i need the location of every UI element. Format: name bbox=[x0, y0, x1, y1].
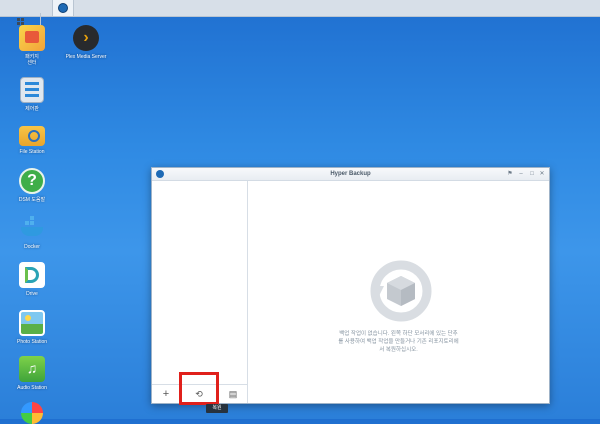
icon-label: DSM 도움말 bbox=[18, 197, 46, 203]
icon-label: Audio Station bbox=[17, 385, 47, 391]
empty-state-message: 백업 작업이 없습니다. 왼쪽 하단 모서리에 있는 단추 를 사용하여 백업 … bbox=[338, 331, 459, 353]
taskbar bbox=[0, 0, 600, 29]
desktop-icon-photo-station[interactable]: Photo Station bbox=[2, 310, 62, 345]
restore-button-highlight bbox=[179, 372, 219, 405]
icon-label: Plex Media Server bbox=[65, 54, 107, 60]
grid-icon bbox=[16, 17, 24, 25]
add-icon[interactable]: + bbox=[159, 387, 173, 401]
empty-backup-icon bbox=[370, 260, 432, 322]
restore-tooltip: 복원 bbox=[206, 404, 228, 413]
desktop-icon-photos[interactable] bbox=[2, 402, 62, 424]
docker-icon bbox=[19, 215, 45, 241]
close-icon[interactable]: ✕ bbox=[538, 170, 546, 178]
package-center-icon bbox=[19, 25, 45, 51]
backup-task-list: + ⟲ ▤ bbox=[152, 181, 248, 403]
hyper-backup-icon bbox=[58, 3, 68, 13]
desktop-icon-control-panel[interactable]: 제어판 bbox=[2, 77, 62, 112]
photos-icon bbox=[21, 402, 43, 424]
desktop-icon-file-station[interactable]: File Station bbox=[2, 122, 62, 155]
icon-label: 패키지 센터 bbox=[25, 54, 39, 66]
desktop-icon-package-center[interactable]: 패키지 센터 bbox=[2, 25, 62, 66]
desktop-icon-plex[interactable]: › Plex Media Server bbox=[56, 25, 116, 60]
minimize-icon[interactable]: – bbox=[517, 170, 525, 178]
icon-label: Photo Station bbox=[16, 339, 48, 345]
photo-station-icon bbox=[19, 310, 45, 336]
desktop-icon-drive[interactable]: Drive bbox=[2, 262, 62, 297]
taskbar-hyper-backup[interactable] bbox=[52, 0, 74, 16]
desktop-icon-docker[interactable]: Docker bbox=[2, 215, 62, 250]
file-station-icon bbox=[19, 126, 45, 146]
plex-icon: › bbox=[73, 25, 99, 51]
window-title: Hyper Backup bbox=[330, 171, 371, 177]
maximize-icon[interactable]: □ bbox=[528, 170, 536, 178]
icon-label: Docker bbox=[24, 244, 40, 250]
help-icon: ? bbox=[19, 168, 45, 194]
main-panel: 백업 작업이 없습니다. 왼쪽 하단 모서리에 있는 단추 를 사용하여 백업 … bbox=[248, 181, 549, 403]
drive-icon bbox=[19, 262, 45, 288]
desktop-icon-audio-station[interactable]: ♫ Audio Station bbox=[2, 356, 62, 391]
pin-icon[interactable]: ⚑ bbox=[506, 170, 514, 178]
icon-label: Drive bbox=[26, 291, 38, 297]
audio-station-icon: ♫ bbox=[19, 356, 45, 382]
icon-label: File Station bbox=[19, 149, 45, 155]
desktop-icon-dsm-help[interactable]: ? DSM 도움말 bbox=[2, 168, 62, 203]
hyper-backup-window: Hyper Backup ⚑ – □ ✕ + ⟲ ▤ 백업 작업이 없습니다. … bbox=[151, 167, 550, 404]
window-titlebar[interactable]: Hyper Backup ⚑ – □ ✕ bbox=[152, 168, 549, 181]
icon-label: 제어판 bbox=[25, 106, 39, 112]
control-panel-icon bbox=[20, 77, 44, 103]
log-icon[interactable]: ▤ bbox=[226, 387, 240, 401]
